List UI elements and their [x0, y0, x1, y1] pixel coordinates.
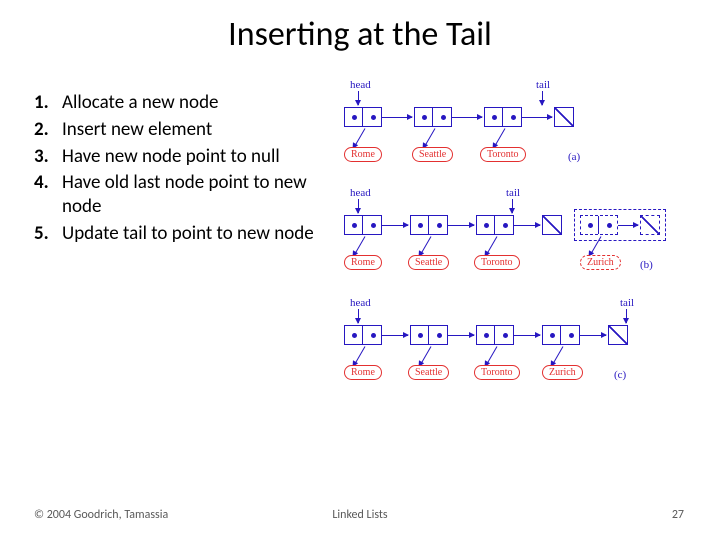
city-oval: Rome — [344, 255, 382, 270]
step-item: Have new node point to null — [34, 145, 314, 169]
arrow-down-icon — [358, 199, 359, 213]
footer: © 2004 Goodrich, Tamassia Linked Lists 2… — [0, 508, 720, 522]
arrow-right-icon — [452, 117, 482, 118]
arrow-right-icon — [382, 225, 408, 226]
arrow-right-icon — [522, 117, 552, 118]
arrow-right-icon — [618, 225, 638, 226]
step-item: Update tail to point to new node — [34, 222, 314, 246]
row-tag: (b) — [640, 259, 653, 271]
city-oval: Rome — [344, 147, 382, 162]
arrow-right-icon — [382, 335, 408, 336]
city-oval: Zurich — [542, 365, 583, 380]
arrow-right-icon — [514, 225, 540, 226]
arrow-right-icon — [382, 117, 412, 118]
null-sentinel-new — [640, 215, 660, 235]
list-node — [476, 215, 514, 235]
null-sentinel — [554, 107, 574, 127]
element-link-icon — [354, 128, 366, 148]
city-oval: Rome — [344, 365, 382, 380]
element-link-icon — [354, 346, 366, 366]
list-node — [410, 325, 448, 345]
head-label: head — [350, 187, 371, 199]
city-oval-new: Zurich — [580, 255, 621, 270]
linked-list-diagram: head tail Rome Seattle Toronto (a) head … — [324, 91, 684, 471]
arrow-right-icon — [580, 335, 606, 336]
element-link-icon — [494, 128, 506, 148]
arrow-down-icon — [626, 309, 627, 323]
list-node — [344, 325, 382, 345]
element-link-icon — [552, 346, 564, 366]
element-link-icon — [354, 236, 366, 256]
null-sentinel — [542, 215, 562, 235]
slide-number: 27 — [672, 508, 684, 522]
arrow-down-icon — [358, 309, 359, 323]
city-oval: Toronto — [480, 147, 526, 162]
element-link-icon — [420, 346, 432, 366]
element-link-icon — [486, 236, 498, 256]
copyright-text: © 2004 Goodrich, Tamassia — [34, 508, 168, 522]
element-link-icon — [420, 236, 432, 256]
null-sentinel — [608, 325, 628, 345]
list-node — [414, 107, 452, 127]
city-oval: Seattle — [412, 147, 453, 162]
tail-label: tail — [620, 297, 634, 309]
footer-title: Linked Lists — [332, 508, 387, 522]
arrow-right-icon — [514, 335, 540, 336]
element-link-icon — [424, 128, 436, 148]
arrow-right-icon — [448, 225, 474, 226]
arrow-down-icon — [358, 91, 359, 105]
city-oval: Seattle — [408, 365, 449, 380]
list-node — [410, 215, 448, 235]
row-tag: (a) — [568, 151, 580, 163]
diagram-column: head tail Rome Seattle Toronto (a) head … — [324, 91, 704, 471]
element-link-icon — [486, 346, 498, 366]
list-node-new — [580, 215, 618, 235]
steps-column: Allocate a new node Insert new element H… — [34, 91, 324, 471]
list-node — [484, 107, 522, 127]
list-node — [476, 325, 514, 345]
step-item: Have old last node point to new node — [34, 171, 314, 219]
head-label: head — [350, 297, 371, 309]
arrow-down-icon — [512, 199, 513, 213]
step-item: Allocate a new node — [34, 91, 314, 115]
content-area: Allocate a new node Insert new element H… — [0, 61, 720, 471]
row-tag: (c) — [614, 369, 626, 381]
steps-list: Allocate a new node Insert new element H… — [34, 91, 314, 246]
list-node — [344, 107, 382, 127]
step-item: Insert new element — [34, 118, 314, 142]
city-oval: Toronto — [474, 255, 520, 270]
arrow-right-icon — [448, 335, 474, 336]
city-oval: Toronto — [474, 365, 520, 380]
head-label: head — [350, 79, 371, 91]
list-node — [542, 325, 580, 345]
tail-label: tail — [506, 187, 520, 199]
city-oval: Seattle — [408, 255, 449, 270]
page-title: Inserting at the Tail — [0, 0, 720, 61]
arrow-down-icon — [542, 91, 543, 105]
list-node — [344, 215, 382, 235]
tail-label: tail — [536, 79, 550, 91]
